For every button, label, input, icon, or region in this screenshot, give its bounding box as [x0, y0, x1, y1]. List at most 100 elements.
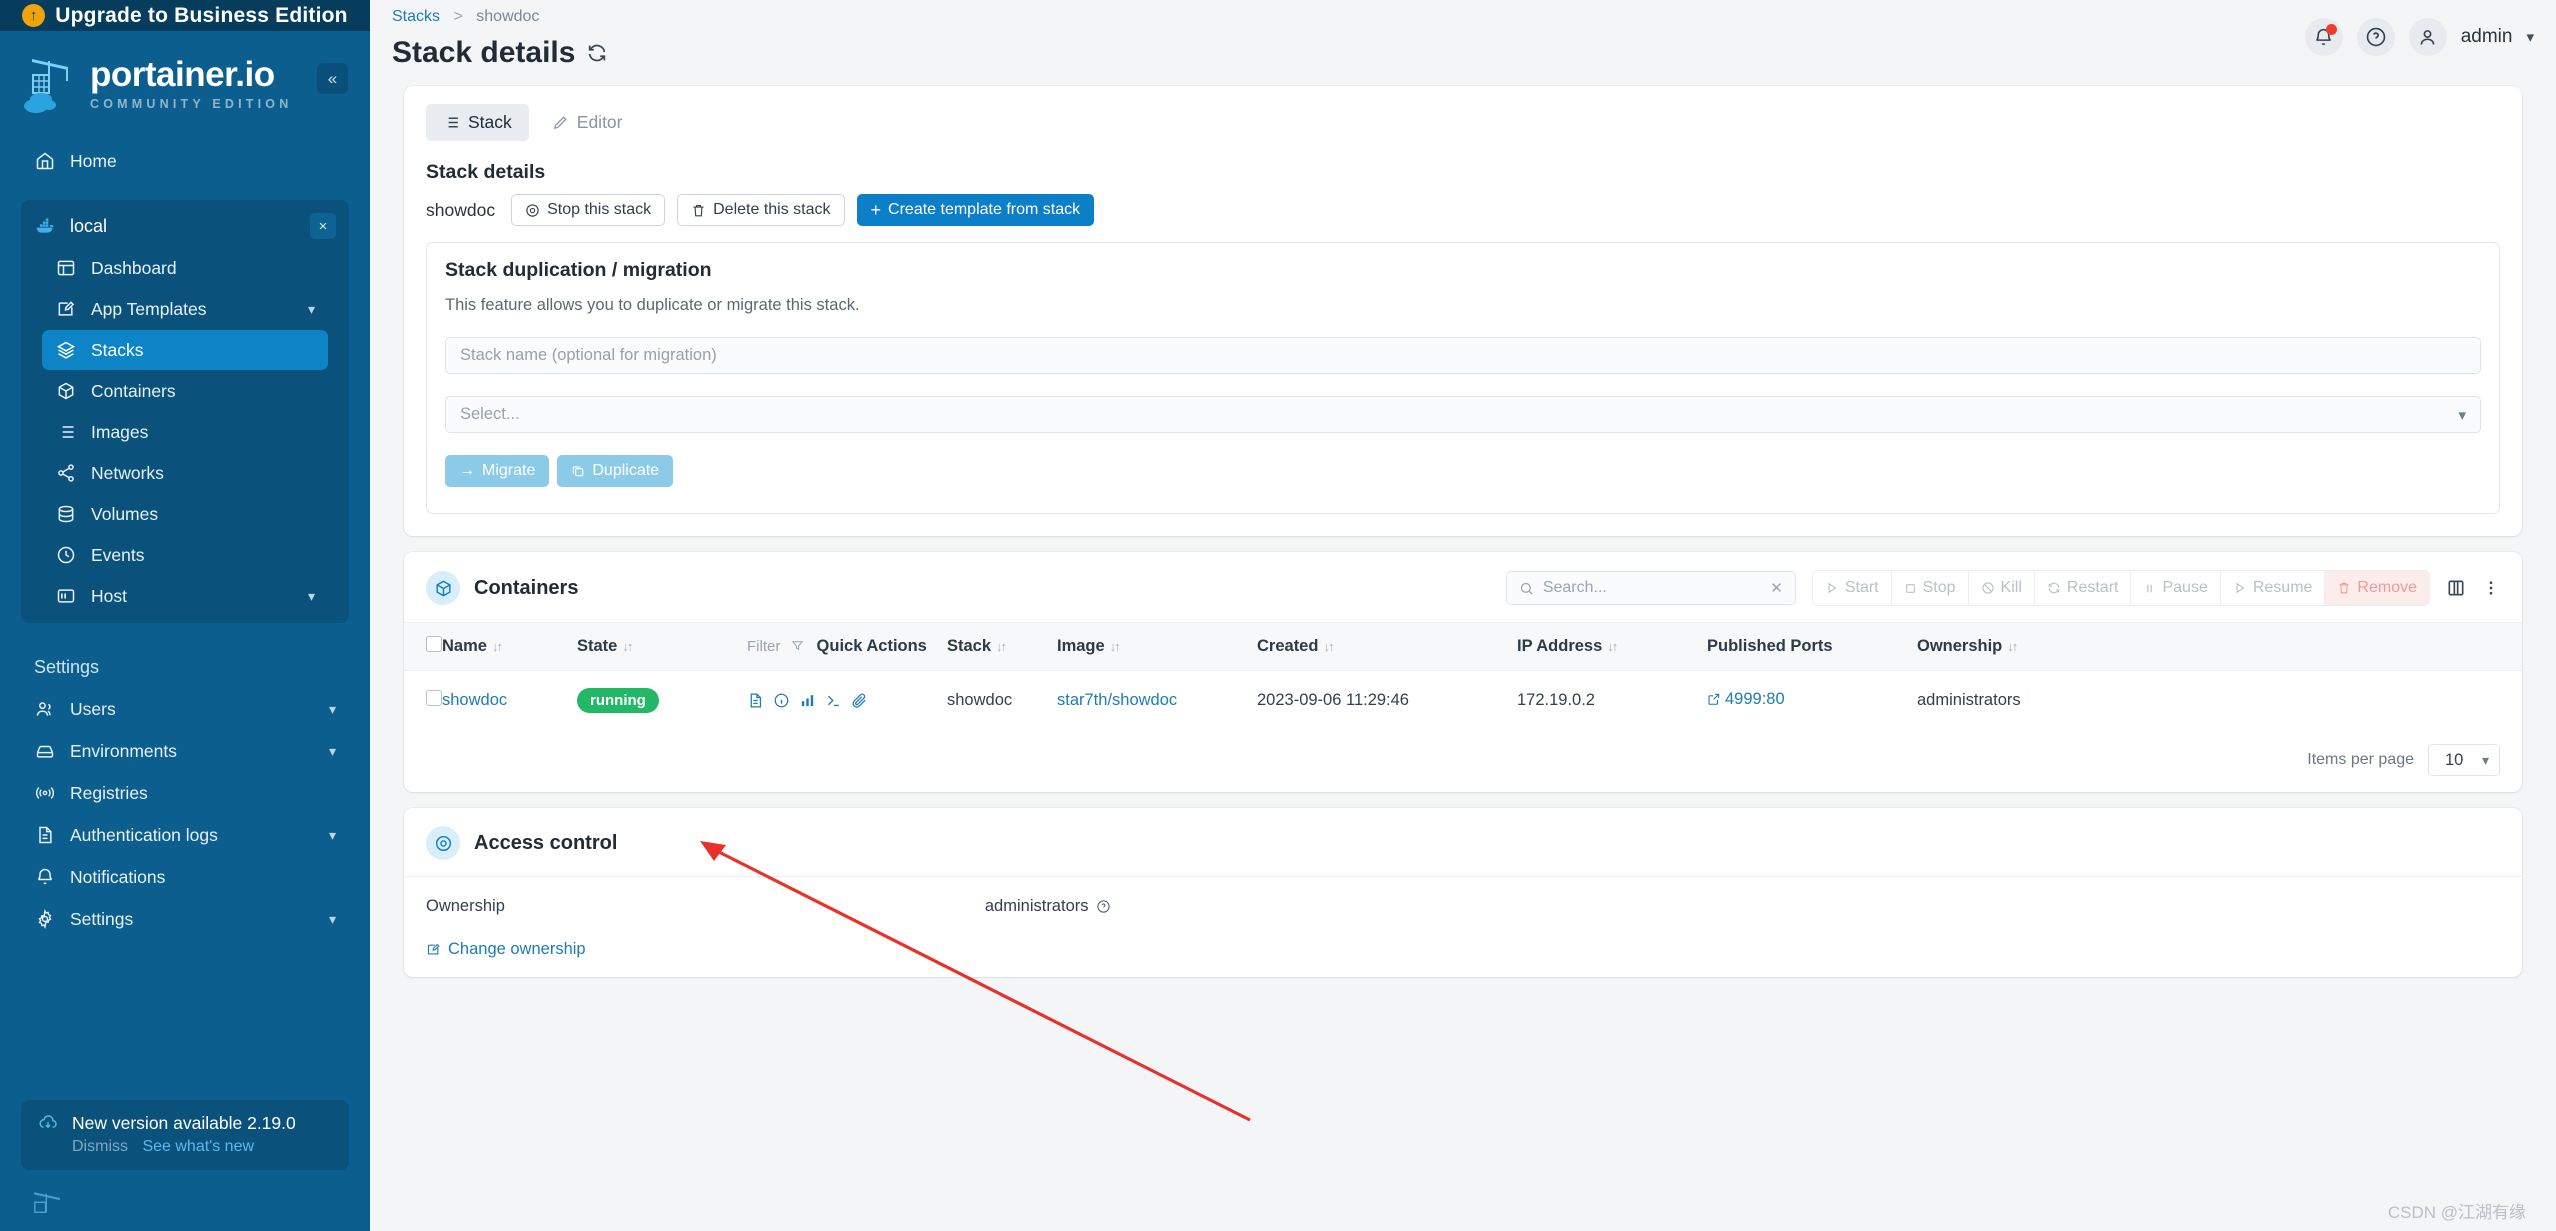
dismiss-link[interactable]: Dismiss [72, 1138, 128, 1155]
stop-icon [1905, 583, 1915, 593]
delete-stack-button[interactable]: Delete this stack [677, 194, 845, 226]
column-ownership[interactable]: Ownership ↓↑ [1917, 622, 2522, 671]
remove-button[interactable]: Remove [2325, 571, 2429, 605]
container-name-link[interactable]: showdoc [442, 691, 507, 709]
notification-badge [2325, 24, 2337, 35]
sidebar-item-label: Authentication logs [70, 824, 218, 845]
migrate-button[interactable]: → Migrate [445, 455, 550, 487]
avatar[interactable] [2408, 18, 2447, 56]
table-header-row: Name ↓↑ State ↓↑ Filter Quick Actions Stac… [404, 622, 2522, 671]
tab-stack[interactable]: Stack [426, 104, 529, 141]
row-checkbox[interactable] [426, 690, 442, 706]
cell-quick-actions [747, 671, 947, 731]
sidebar-item-notifications[interactable]: Notifications [21, 857, 349, 897]
environments-icon [34, 740, 56, 762]
image-link[interactable]: star7th/showdoc [1057, 691, 1177, 709]
sidebar-item-networks[interactable]: Networks [42, 453, 328, 493]
sidebar-item-images[interactable]: Images [42, 412, 328, 452]
create-template-button[interactable]: + Create template from stack [856, 194, 1095, 226]
tab-editor[interactable]: Editor [535, 104, 640, 141]
search-icon [1520, 582, 1533, 595]
sidebar-item-dashboard[interactable]: Dashboard [42, 248, 328, 288]
whats-new-link[interactable]: See what's new [142, 1138, 254, 1155]
sidebar-item-containers[interactable]: Containers [42, 371, 328, 411]
images-icon [55, 421, 77, 443]
portainer-app: ↑ Upgrade to Business Edition portainer.… [0, 0, 2556, 1231]
logs-icon[interactable] [747, 692, 764, 709]
sidebar-item-registries[interactable]: Registries [21, 773, 349, 813]
help-button[interactable] [2356, 18, 2395, 56]
upgrade-banner[interactable]: ↑ Upgrade to Business Edition [0, 0, 370, 31]
stop-stack-button[interactable]: Stop this stack [511, 194, 666, 226]
watermark: CSDN @江湖有缘 [2387, 1203, 2526, 1222]
column-name[interactable]: Name ↓↑ [442, 622, 577, 671]
column-label: IP Address [1517, 637, 1603, 655]
duplicate-button[interactable]: Duplicate [557, 455, 674, 487]
stats-icon[interactable] [799, 692, 816, 709]
chevron-down-icon: ▾ [307, 300, 315, 317]
containers-title: Containers [474, 576, 579, 599]
pause-button[interactable]: Pause [2131, 571, 2221, 605]
sidebar-item-stacks[interactable]: Stacks [42, 330, 328, 370]
sidebar-item-settings[interactable]: Settings ▾ [21, 899, 349, 939]
sidebar-item-authentication-logs[interactable]: Authentication logs ▾ [21, 815, 349, 855]
sort-icon: ↓↑ [1109, 639, 1121, 654]
kill-button[interactable]: Kill [1969, 571, 2035, 605]
change-ownership-link[interactable]: Change ownership [426, 940, 2500, 959]
environment-select[interactable]: Select... ▾ [445, 396, 2481, 433]
sidebar-collapse-button[interactable]: « [317, 63, 348, 94]
column-visibility-button[interactable] [2446, 578, 2466, 598]
pause-icon [2147, 584, 2153, 592]
column-image[interactable]: Image ↓↑ [1057, 622, 1257, 671]
environment-header[interactable]: local × [21, 209, 349, 247]
column-created[interactable]: Created ↓↑ [1257, 622, 1517, 671]
sidebar-item-label: Notifications [70, 866, 166, 887]
refresh-icon[interactable] [586, 42, 608, 64]
inspect-info-icon[interactable] [773, 692, 790, 709]
items-per-page-select[interactable]: 10 ▾ [2428, 744, 2500, 776]
published-port-link[interactable]: 4999:80 [1725, 690, 1785, 709]
sidebar-item-environments[interactable]: Environments ▾ [21, 731, 349, 771]
column-label: Published Ports [1707, 637, 1833, 655]
status-badge: running [577, 688, 659, 713]
restart-button[interactable]: Restart [2035, 571, 2132, 605]
start-button[interactable]: Start [1813, 571, 1892, 605]
environment-close-icon[interactable]: × [310, 213, 336, 239]
column-state[interactable]: State ↓↑ [577, 622, 747, 671]
stack-name-input[interactable]: Stack name (optional for migration) [445, 337, 2481, 374]
sidebar-item-host[interactable]: Host ▾ [42, 576, 328, 616]
breadcrumb-root-link[interactable]: Stacks [392, 8, 440, 25]
docker-icon [34, 215, 56, 237]
button-label: Kill [2000, 579, 2022, 596]
host-icon [55, 585, 77, 607]
sidebar-item-volumes[interactable]: Volumes [42, 494, 328, 534]
sidebar-item-home[interactable]: Home [21, 141, 349, 181]
sort-icon: ↓↑ [1323, 639, 1334, 654]
external-link-icon[interactable] [1707, 692, 1721, 706]
clear-search-icon[interactable]: ✕ [1770, 579, 1783, 597]
chevron-down-icon[interactable]: ▾ [2526, 28, 2534, 46]
play-icon [1828, 582, 1837, 594]
notifications-button[interactable] [2304, 18, 2343, 56]
notifications-icon [34, 866, 56, 888]
table-row: showdoc running showdoc star7th/showdoc … [404, 671, 2522, 731]
select-all-checkbox[interactable] [426, 636, 442, 652]
sidebar-item-events[interactable]: Events [42, 535, 328, 575]
column-ip-address[interactable]: IP Address ↓↑ [1517, 622, 1707, 671]
attach-icon[interactable] [851, 692, 868, 709]
filter-icon[interactable] [791, 639, 804, 652]
more-options-button[interactable] [2482, 579, 2500, 597]
console-icon[interactable] [825, 692, 842, 709]
search-input[interactable]: Search... ✕ [1505, 571, 1796, 605]
events-icon [55, 544, 77, 566]
sidebar-item-users[interactable]: Users ▾ [21, 689, 349, 729]
sidebar-item-app-templates[interactable]: App Templates ▾ [42, 289, 328, 329]
help-circle-icon[interactable] [1096, 899, 1111, 914]
stop-button[interactable]: Stop [1892, 571, 1969, 605]
column-stack[interactable]: Stack ↓↑ [947, 622, 1057, 671]
filter-label[interactable]: Filter [747, 638, 780, 655]
resume-button[interactable]: Resume [2221, 571, 2326, 605]
chevron-down-icon: ▾ [328, 700, 336, 717]
logo-subtitle: COMMUNITY EDITION [90, 97, 293, 111]
breadcrumb-separator: > [453, 8, 463, 25]
